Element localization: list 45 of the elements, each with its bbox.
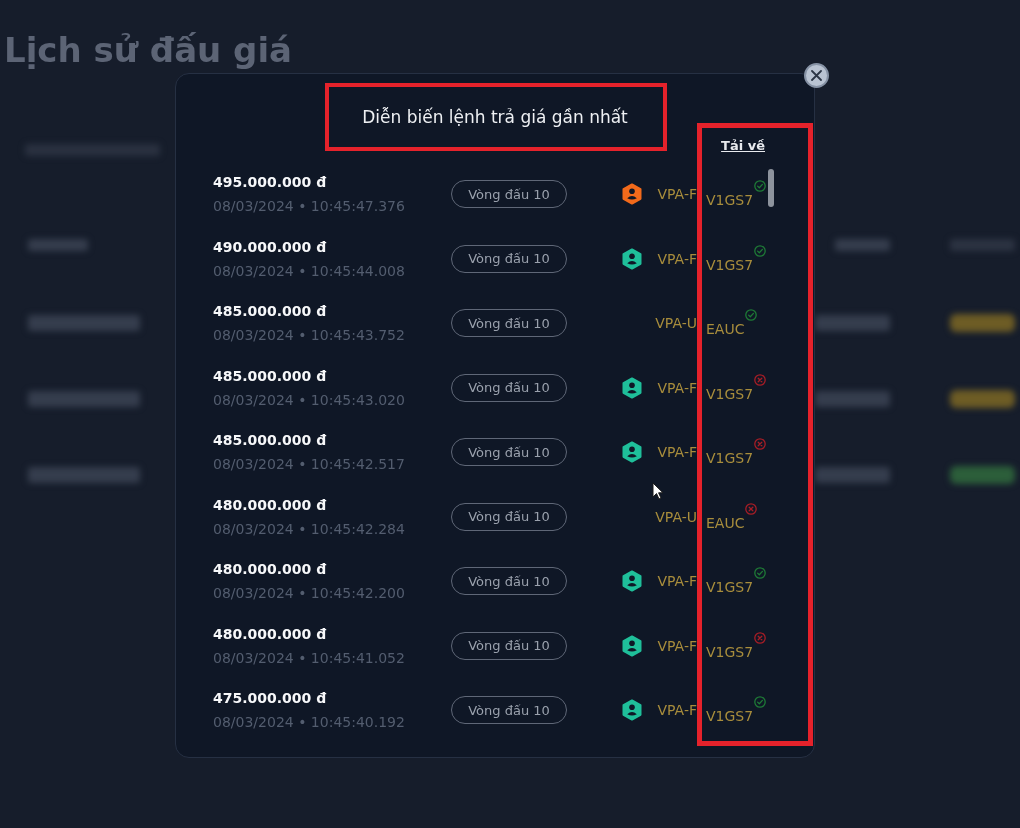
- bidder-code: VPA-U: [655, 315, 697, 332]
- bid-price: 480.000.000 đ: [213, 560, 327, 579]
- bidder-code: VPA-F: [657, 702, 697, 719]
- modal-title: Diễn biến lệnh trả giá gần nhất: [362, 106, 628, 129]
- bid-price: 485.000.000 đ: [213, 302, 327, 321]
- bidder-code: VPA-F: [657, 444, 697, 461]
- close-button[interactable]: [804, 63, 829, 88]
- bid-time: 08/03/2024 • 10:45:41.052: [213, 648, 405, 667]
- bid-time: 08/03/2024 • 10:45:42.200: [213, 584, 405, 603]
- blurred-text: [835, 239, 890, 251]
- bidder-code: V1GS7: [706, 192, 754, 209]
- bid-time: 08/03/2024 • 10:45:47.376: [213, 197, 405, 216]
- bidder-code: VPA-F: [657, 379, 697, 396]
- bid-time: 08/03/2024 • 10:45:44.008: [213, 261, 405, 280]
- bid-time: 08/03/2024 • 10:45:42.284: [213, 519, 405, 538]
- bidder-code: VPA-F: [657, 186, 697, 203]
- bidder-code: V1GS7: [706, 450, 754, 467]
- bidder-code: V1GS7: [706, 385, 754, 402]
- bidder-code: EAUC: [706, 514, 745, 531]
- bidder-code: V1GS7: [706, 256, 754, 273]
- bid-price: 495.000.000 đ: [213, 173, 327, 192]
- bid-price: 490.000.000 đ: [213, 237, 327, 256]
- bidder-code: V1GS7: [706, 708, 754, 725]
- bid-time: 08/03/2024 • 10:45:43.752: [213, 326, 405, 345]
- bid-time: 08/03/2024 • 10:45:42.517: [213, 455, 405, 474]
- bid-time: 08/03/2024 • 10:45:40.192: [213, 713, 405, 732]
- bidder-code: V1GS7: [706, 643, 754, 660]
- bid-price: 485.000.000 đ: [213, 366, 327, 385]
- bidder-code: VPA-F: [657, 250, 697, 267]
- scrollbar-thumb[interactable]: [768, 169, 774, 207]
- bid-price: 475.000.000 đ: [213, 689, 327, 708]
- bid-price: 480.000.000 đ: [213, 495, 327, 514]
- page-title: Lịch sử đấu giá: [3, 30, 293, 70]
- bidder-code: VPA-F: [657, 573, 697, 590]
- blurred-text: [28, 239, 88, 251]
- bidder-code: VPA-F: [657, 637, 697, 654]
- bidder-code: EAUC: [706, 321, 745, 338]
- bid-time: 08/03/2024 • 10:45:43.020: [213, 390, 405, 409]
- bidder-code: V1GS7: [706, 579, 754, 596]
- close-icon: [811, 70, 822, 81]
- mouse-cursor-icon: [652, 482, 664, 500]
- bidder-code: VPA-U: [655, 508, 697, 525]
- bid-price: 480.000.000 đ: [213, 624, 327, 643]
- download-link[interactable]: Tải về: [721, 137, 765, 155]
- bid-price: 485.000.000 đ: [213, 431, 327, 450]
